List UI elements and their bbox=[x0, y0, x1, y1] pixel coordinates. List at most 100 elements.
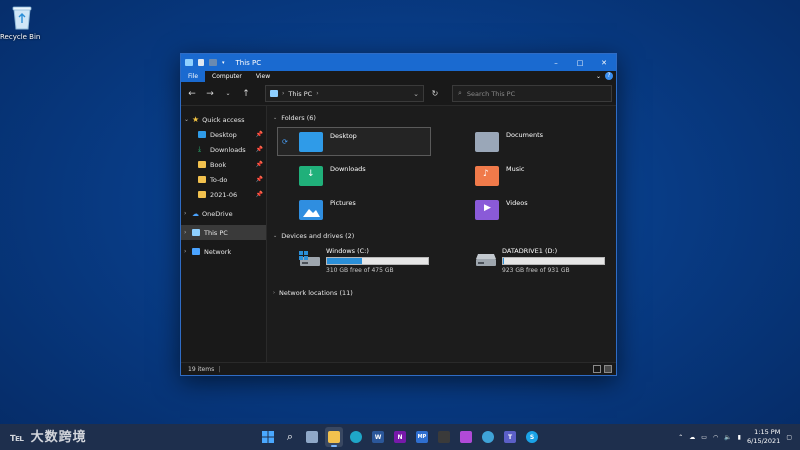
content-pane[interactable]: ⌄ Folders (6) ⟳ Desktop Documents ↓ Down… bbox=[267, 106, 616, 362]
expand-ribbon-chevron-icon[interactable]: ⌄ bbox=[596, 73, 601, 80]
tab-file[interactable]: File bbox=[181, 71, 206, 82]
sidebar-item-downloads[interactable]: ⤓ Downloads 📌 bbox=[181, 142, 266, 157]
section-header-network-locations[interactable]: › Network locations (11) bbox=[273, 287, 610, 299]
tab-view[interactable]: View bbox=[248, 71, 278, 82]
affinity-icon bbox=[460, 431, 472, 443]
large-icons-view-button[interactable] bbox=[604, 365, 612, 373]
taskbar-app-grid[interactable] bbox=[435, 427, 453, 447]
status-divider: | bbox=[218, 365, 221, 373]
taskbar-word[interactable]: W bbox=[369, 427, 387, 447]
volume-icon[interactable]: 🔈 bbox=[724, 434, 731, 441]
address-bar[interactable]: › This PC › ⌄ bbox=[265, 85, 424, 102]
cloud-icon: ☁ bbox=[192, 209, 199, 218]
sidebar-item-2021-06[interactable]: 2021-06 📌 bbox=[181, 187, 266, 202]
taskbar-teams[interactable]: T bbox=[501, 427, 519, 447]
taskbar-search-button[interactable]: ⌕ bbox=[281, 427, 299, 447]
taskbar-file-explorer[interactable] bbox=[325, 427, 343, 447]
teams-icon: T bbox=[504, 431, 516, 443]
expanded-chevron-icon[interactable]: ⌄ bbox=[273, 233, 277, 239]
taskbar-skype[interactable]: S bbox=[523, 427, 541, 447]
taskbar-affinity-app[interactable] bbox=[457, 427, 475, 447]
recycle-bin[interactable]: Recycle Bin bbox=[0, 4, 40, 41]
search-placeholder: Search This PC bbox=[466, 89, 516, 98]
expanded-chevron-icon[interactable]: ⌄ bbox=[184, 116, 192, 123]
quick-access-toolbar-chevron-icon[interactable]: ▾ bbox=[222, 60, 225, 66]
maximize-button[interactable]: □ bbox=[568, 54, 592, 71]
notification-icon[interactable]: ▢ bbox=[786, 434, 792, 441]
taskbar-globe-app[interactable] bbox=[479, 427, 497, 447]
title-bar[interactable]: ▾ This PC – □ ✕ bbox=[181, 54, 616, 71]
status-bar: 19 items | bbox=[181, 362, 616, 375]
drive-usage-fill bbox=[327, 258, 363, 264]
taskbar-apps: ⌕ W N MP T S bbox=[259, 427, 541, 447]
breadcrumb-chevron-icon[interactable]: › bbox=[316, 90, 318, 97]
start-button[interactable] bbox=[259, 427, 277, 447]
section-header-devices[interactable]: ⌄ Devices and drives (2) bbox=[273, 230, 610, 242]
taskbar-edge[interactable] bbox=[347, 427, 365, 447]
documents-folder-icon bbox=[475, 131, 499, 152]
drive-usage-bar bbox=[326, 257, 429, 265]
sidebar-item-network[interactable]: › Network bbox=[181, 244, 266, 259]
expanded-chevron-icon[interactable]: ⌄ bbox=[273, 115, 277, 121]
breadcrumb-this-pc[interactable]: This PC bbox=[288, 90, 312, 98]
folder-videos[interactable]: ▶ Videos bbox=[453, 195, 607, 224]
properties-icon[interactable] bbox=[198, 59, 204, 66]
tab-computer[interactable]: Computer bbox=[205, 71, 249, 82]
up-arrow-icon[interactable]: ↑ bbox=[239, 87, 253, 101]
globe-icon bbox=[482, 431, 494, 443]
onenote-icon: N bbox=[394, 431, 406, 443]
section-header-folders[interactable]: ⌄ Folders (6) bbox=[273, 112, 610, 124]
collapsed-chevron-icon[interactable]: › bbox=[184, 229, 192, 236]
forward-arrow-icon[interactable]: → bbox=[203, 87, 217, 101]
drive-name: Windows (C:) bbox=[326, 247, 369, 255]
new-folder-icon[interactable] bbox=[209, 59, 217, 66]
refresh-icon[interactable]: ↻ bbox=[428, 87, 442, 101]
folder-music[interactable]: ♪ Music bbox=[453, 161, 607, 190]
downloads-folder-icon: ↓ bbox=[299, 165, 323, 186]
clock[interactable]: 1:15 PM 6/15/2021 bbox=[747, 428, 780, 446]
drive-d[interactable]: DATADRIVE1 (D:) 923 GB free of 931 GB bbox=[453, 245, 607, 281]
hard-drive-icon bbox=[475, 251, 497, 267]
show-hidden-icons-chevron-icon[interactable]: ⌃ bbox=[678, 434, 683, 441]
sidebar-item-to-do[interactable]: To-do 📌 bbox=[181, 172, 266, 187]
search-input[interactable]: ⌕ Search This PC bbox=[452, 85, 612, 102]
breadcrumb-separator-icon[interactable]: › bbox=[282, 90, 284, 97]
watermark: ℡ 大数跨境 bbox=[10, 426, 87, 445]
pin-icon: 📌 bbox=[255, 176, 263, 183]
clock-date: 6/15/2021 bbox=[746, 437, 781, 445]
details-view-button[interactable] bbox=[593, 365, 601, 373]
folder-desktop[interactable]: ⟳ Desktop bbox=[277, 127, 431, 156]
sidebar-item-this-pc[interactable]: › This PC bbox=[181, 225, 266, 240]
recent-locations-chevron-icon[interactable]: ⌄ bbox=[221, 87, 235, 101]
folder-name: Documents bbox=[506, 131, 544, 139]
folder-icon bbox=[198, 191, 206, 198]
display-icon[interactable]: ▭ bbox=[701, 434, 707, 441]
sidebar-item-quick-access[interactable]: ⌄ ★ Quick access bbox=[181, 112, 266, 127]
wifi-icon[interactable]: ◠ bbox=[713, 434, 718, 441]
help-icon[interactable]: ? bbox=[605, 72, 613, 80]
folder-documents[interactable]: Documents bbox=[453, 127, 607, 156]
folder-pictures[interactable]: Pictures bbox=[277, 195, 431, 224]
sidebar-item-desktop[interactable]: Desktop 📌 bbox=[181, 127, 266, 142]
folder-downloads[interactable]: ↓ Downloads bbox=[277, 161, 431, 190]
collapsed-chevron-icon[interactable]: › bbox=[273, 290, 275, 296]
collapsed-chevron-icon[interactable]: › bbox=[184, 248, 192, 255]
drive-c[interactable]: Windows (C:) 310 GB free of 475 GB bbox=[277, 245, 431, 281]
task-view-button[interactable] bbox=[303, 427, 321, 447]
file-explorer-window[interactable]: ▾ This PC – □ ✕ File Computer View ⌄ ? ←… bbox=[180, 53, 617, 376]
back-arrow-icon[interactable]: ← bbox=[185, 87, 199, 101]
sidebar-item-book[interactable]: Book 📌 bbox=[181, 157, 266, 172]
taskbar-onenote[interactable]: N bbox=[391, 427, 409, 447]
address-history-chevron-icon[interactable]: ⌄ bbox=[413, 90, 419, 98]
desktop-folder-icon bbox=[198, 131, 206, 138]
sidebar-item-onedrive[interactable]: › ☁ OneDrive bbox=[181, 206, 266, 221]
battery-icon[interactable]: ▮ bbox=[738, 434, 741, 441]
close-button[interactable]: ✕ bbox=[592, 54, 616, 71]
window-title: This PC bbox=[235, 58, 262, 67]
minimize-button[interactable]: – bbox=[544, 54, 568, 71]
navigation-pane[interactable]: ⌄ ★ Quick access Desktop 📌 ⤓ Downloads 📌… bbox=[181, 106, 267, 362]
taskbar-mp-app[interactable]: MP bbox=[413, 427, 431, 447]
taskbar: ℡ 大数跨境 ⌕ W N MP T S ⌃ ☁ ▭ ◠ 🔈 ▮ 1:15 PM … bbox=[0, 424, 800, 450]
cloud-sync-icon[interactable]: ☁ bbox=[689, 434, 695, 441]
collapsed-chevron-icon[interactable]: › bbox=[184, 210, 192, 217]
